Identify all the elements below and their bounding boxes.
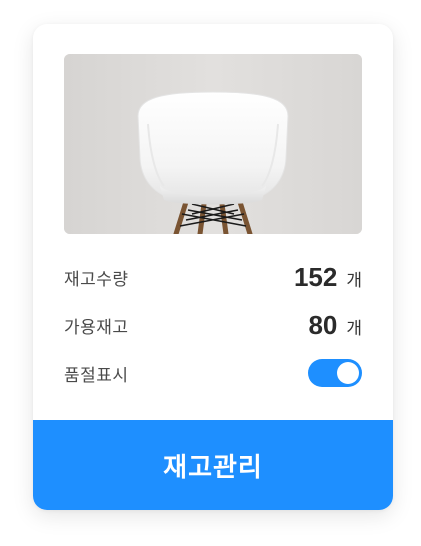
stock-quantity-unit: 개 (346, 270, 362, 291)
stock-quantity-label: 재고수량 (64, 269, 129, 290)
stock-quantity-value: 152 (293, 261, 338, 292)
soldout-row: 품절표시 (64, 357, 362, 389)
available-stock-unit: 개 (346, 318, 362, 339)
soldout-label: 품절표시 (64, 365, 129, 386)
available-stock-row: 가용재고 80 개 (64, 309, 362, 341)
product-image (64, 54, 362, 234)
toggle-knob (337, 362, 359, 384)
manage-stock-button[interactable]: 재고관리 (33, 420, 393, 510)
soldout-toggle[interactable] (308, 359, 362, 387)
chair-illustration (64, 54, 362, 234)
available-stock-value-group: 80 개 (308, 310, 362, 341)
product-card: 재고수량 152 개 가용재고 80 개 품절표시 재고관리 (33, 24, 393, 510)
stock-quantity-value-group: 152 개 (294, 262, 362, 293)
available-stock-value: 80 (308, 309, 338, 340)
available-stock-label: 가용재고 (64, 317, 129, 338)
stock-quantity-row: 재고수량 152 개 (64, 261, 362, 293)
